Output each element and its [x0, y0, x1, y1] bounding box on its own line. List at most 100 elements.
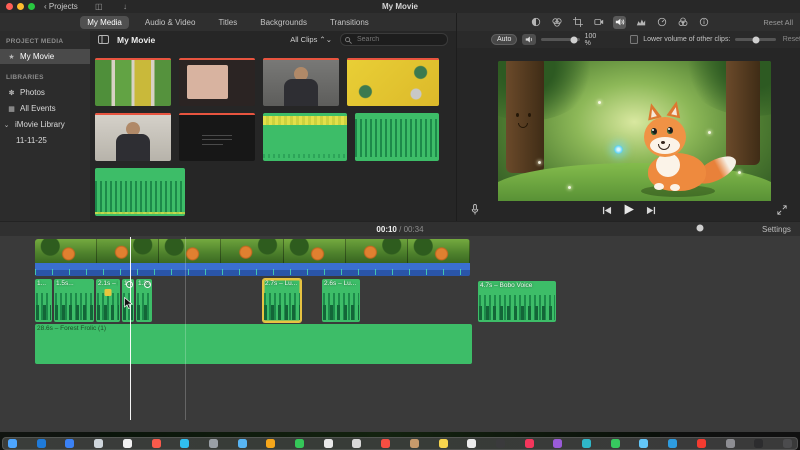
dock-app-icon[interactable]: [495, 439, 505, 448]
color-balance-icon[interactable]: [529, 16, 542, 29]
lower-volume-slider[interactable]: [735, 36, 776, 43]
sidebar-item-my-movie[interactable]: ★ My Movie: [0, 49, 90, 64]
dock-app-icon[interactable]: [381, 439, 391, 448]
dock-app-icon[interactable]: [553, 439, 563, 448]
skip-back-button[interactable]: [602, 202, 612, 220]
video-clip-audio-track[interactable]: [35, 263, 470, 276]
media-thumbnail-presenter[interactable]: [263, 58, 339, 106]
sidebar-item-all-events[interactable]: ▦ All Events: [0, 101, 90, 116]
playhead[interactable]: [130, 237, 131, 420]
audio-clip[interactable]: 1...: [35, 279, 52, 322]
libraries-sidebar: PROJECT MEDIA ★ My Movie LIBRARIES ✽ Pho…: [0, 31, 91, 236]
dock-app-icon[interactable]: [610, 439, 620, 448]
dock-app-icon[interactable]: [467, 439, 477, 448]
import-media-icon[interactable]: ◫: [95, 2, 103, 11]
download-arrow-icon[interactable]: ↓: [123, 2, 127, 11]
dock-app-icon[interactable]: [208, 439, 218, 448]
dock-app-icon[interactable]: [409, 439, 419, 448]
tab-titles[interactable]: Titles: [211, 16, 244, 29]
audio-clip[interactable]: 1.5s...: [54, 279, 94, 322]
fullscreen-icon[interactable]: [777, 202, 787, 220]
sidebar-item-library-date[interactable]: 11-11-25: [0, 133, 99, 148]
info-icon[interactable]: [697, 16, 710, 29]
dock-app-icon[interactable]: [266, 439, 276, 448]
dock-app-icon[interactable]: [8, 439, 17, 448]
tab-backgrounds[interactable]: Backgrounds: [253, 16, 314, 29]
background-music-clip[interactable]: 28.6s – Forest Frolic (1): [35, 324, 472, 364]
minimize-window-button[interactable]: [17, 3, 24, 10]
dock-app-icon[interactable]: [582, 439, 592, 448]
media-thumbnail-presenter-headphones[interactable]: [95, 113, 171, 161]
dock-app-icon[interactable]: [352, 439, 362, 448]
volume-slider-knob[interactable]: [570, 36, 578, 43]
media-thumbnail-audio-waveform[interactable]: [355, 113, 439, 161]
dock-app-icon[interactable]: [524, 439, 534, 448]
clip-filter-icon[interactable]: [676, 16, 689, 29]
video-clip-filmstrip[interactable]: [35, 239, 470, 263]
dock-app-icon[interactable]: [151, 439, 161, 448]
snap-guide-line: [185, 237, 186, 420]
dock-app-icon[interactable]: [668, 439, 678, 448]
timecode-total: / 00:34: [399, 225, 424, 234]
voiceover-mic-icon[interactable]: [471, 202, 479, 220]
dock-app-icon[interactable]: [295, 439, 305, 448]
reset-volume-button[interactable]: Reset: [783, 36, 800, 43]
tab-transitions[interactable]: Transitions: [323, 16, 376, 29]
sidebar-item-imovie-library[interactable]: ⌄ iMovie Library: [0, 117, 85, 132]
dock-app-icon[interactable]: [237, 439, 247, 448]
stabilization-icon[interactable]: [592, 16, 605, 29]
dock-app-icon[interactable]: [323, 439, 333, 448]
mute-speaker-button[interactable]: [522, 34, 537, 45]
sidebar-item-photos[interactable]: ✽ Photos: [0, 85, 90, 100]
zoom-window-button[interactable]: [28, 3, 35, 10]
speed-icon[interactable]: [655, 16, 668, 29]
dock-app-icon[interactable]: [639, 439, 649, 448]
dock-app-icon[interactable]: [36, 439, 46, 448]
fade-handle[interactable]: [144, 281, 151, 288]
media-thumbnail-yellow-graphic[interactable]: [347, 58, 439, 106]
close-window-button[interactable]: [6, 3, 13, 10]
project-media-header: PROJECT MEDIA: [6, 38, 64, 45]
lower-volume-slider-knob[interactable]: [752, 36, 760, 43]
audio-clip-selected[interactable]: 2.7s – Lu...: [263, 279, 301, 322]
skip-forward-button[interactable]: [646, 202, 656, 220]
tab-my-media[interactable]: My Media: [80, 15, 129, 29]
audio-clip[interactable]: 2.6s – Lu...: [322, 279, 360, 322]
dock-app-icon[interactable]: [180, 439, 190, 448]
dock-app-icon[interactable]: [122, 439, 132, 448]
tab-audio-video[interactable]: Audio & Video: [138, 16, 203, 29]
lower-volume-checkbox[interactable]: [629, 35, 639, 44]
volume-slider[interactable]: [541, 36, 580, 43]
reset-all-button[interactable]: Reset All: [763, 18, 793, 27]
color-correction-icon[interactable]: [550, 16, 563, 29]
dock-app-icon[interactable]: [754, 439, 764, 448]
all-clips-filter[interactable]: All Clips ⌃⌄: [290, 35, 332, 44]
play-button[interactable]: [624, 202, 635, 220]
audio-clip[interactable]: 2.1s – L...: [96, 279, 120, 322]
dock-app-icon[interactable]: [65, 439, 75, 448]
chevron-down-icon[interactable]: ⌄: [2, 121, 11, 129]
dock-app-icon[interactable]: [725, 439, 735, 448]
search-input[interactable]: [355, 35, 439, 44]
media-thumbnail-document[interactable]: [179, 58, 255, 106]
volume-icon[interactable]: [613, 15, 626, 29]
media-thumbnail-screen-recording[interactable]: [95, 58, 171, 106]
dock-app-icon[interactable]: [438, 439, 448, 448]
timeline-zoom-knob[interactable]: [696, 224, 704, 232]
noise-reduction-icon[interactable]: [634, 16, 647, 29]
search-field[interactable]: [340, 33, 448, 46]
dock-app-icon[interactable]: [696, 439, 706, 448]
crop-icon[interactable]: [571, 16, 584, 29]
clip-marker-badge[interactable]: [104, 289, 112, 296]
media-thumbnail-audio-banner[interactable]: [263, 113, 347, 161]
timeline-settings-button[interactable]: Settings: [762, 225, 791, 234]
sidebar-toggle-icon[interactable]: [98, 31, 109, 49]
auto-volume-button[interactable]: Auto: [491, 34, 518, 45]
audio-clip[interactable]: 1.3s...: [136, 279, 152, 322]
back-to-projects-button[interactable]: ‹ Projects: [44, 2, 78, 11]
dock-app-icon[interactable]: [782, 439, 792, 448]
dock-app-icon[interactable]: [94, 439, 104, 448]
audio-clip-bobo-voice[interactable]: 4.7s – Bobo Voice: [478, 281, 556, 322]
media-thumbnail-audio-waveform-2[interactable]: [95, 168, 185, 216]
media-thumbnail-dark-screen[interactable]: [179, 113, 255, 161]
